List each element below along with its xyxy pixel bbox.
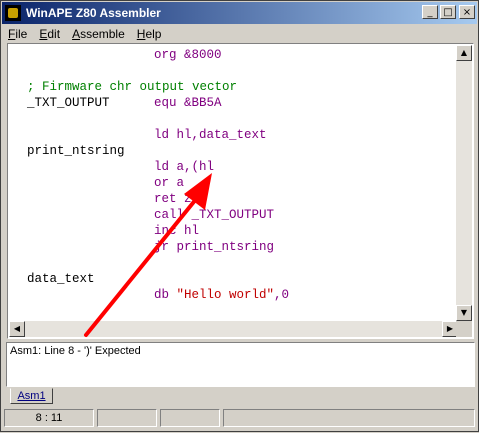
title-bar[interactable]: WinAPE Z80 Assembler _ □ × xyxy=(2,2,477,24)
status-bar: 8 : 11 xyxy=(4,409,475,429)
cursor-position: 8 : 11 xyxy=(4,409,94,427)
code-label: data_text xyxy=(27,272,95,286)
code-instruction: jr print_ntsring xyxy=(154,240,275,254)
assembler-window: WinAPE Z80 Assembler _ □ × File Edit Ass… xyxy=(0,0,479,432)
maximize-button[interactable]: □ xyxy=(440,5,456,19)
output-panel[interactable]: Asm1: Line 8 - ')' Expected xyxy=(6,342,475,387)
code-instruction: or a xyxy=(154,176,185,190)
code-editor-frame: org &8000 ; Firmware chr output vector _TX… xyxy=(7,43,474,339)
app-icon[interactable] xyxy=(5,5,21,21)
horizontal-scrollbar[interactable]: ◀ ▶ xyxy=(9,321,458,337)
code-instruction: ret z xyxy=(154,192,192,206)
scroll-down-icon[interactable]: ▼ xyxy=(456,305,472,321)
code-label: _TXT_OUTPUT xyxy=(27,96,110,110)
status-pane-3 xyxy=(160,409,220,427)
code-operand: ,0 xyxy=(274,288,290,302)
tab-strip: Asm1 xyxy=(6,388,475,406)
tab-asm1[interactable]: Asm1 xyxy=(10,388,53,404)
scrollbar-corner xyxy=(456,321,472,337)
code-instruction: call _TXT_OUTPUT xyxy=(154,208,275,222)
code-instruction: inc hl xyxy=(154,224,200,238)
scroll-left-icon[interactable]: ◀ xyxy=(9,321,25,337)
code-instruction: org &8000 xyxy=(154,48,222,62)
menu-help[interactable]: Help xyxy=(131,27,168,41)
status-pane-2 xyxy=(97,409,157,427)
code-instruction: ld hl,data_text xyxy=(154,128,267,142)
code-label: print_ntsring xyxy=(27,144,125,158)
window-controls: _ □ × xyxy=(420,5,475,19)
menu-file[interactable]: File xyxy=(2,27,33,41)
code-label: ; Firmware chr output vector xyxy=(27,80,238,94)
code-instruction: ld a,(hl xyxy=(154,160,215,174)
menu-assemble[interactable]: Assemble xyxy=(66,27,131,41)
scroll-up-icon[interactable]: ▲ xyxy=(456,45,472,61)
close-button[interactable]: × xyxy=(459,5,475,19)
code-string: "Hello world" xyxy=(176,288,275,302)
code-instruction: db "Hello world",0 xyxy=(154,287,289,303)
menu-edit[interactable]: Edit xyxy=(33,27,66,41)
error-message: Asm1: Line 8 - ')' Expected xyxy=(10,345,141,357)
code-keyword: db xyxy=(154,288,177,302)
menu-bar: File Edit Assemble Help xyxy=(2,25,477,43)
code-editor[interactable]: org &8000 ; Firmware chr output vector _TX… xyxy=(9,45,458,321)
status-pane-4 xyxy=(223,409,475,427)
minimize-button[interactable]: _ xyxy=(422,5,438,19)
code-instruction: equ &BB5A xyxy=(154,96,222,110)
window-title: WinAPE Z80 Assembler xyxy=(26,6,161,20)
vertical-scrollbar[interactable]: ▲ ▼ xyxy=(456,45,472,321)
